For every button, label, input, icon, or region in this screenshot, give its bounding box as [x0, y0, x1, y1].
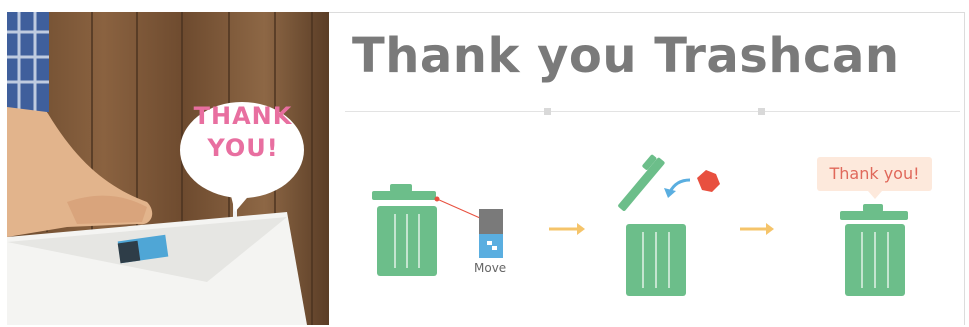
right-arrow-icon [549, 223, 585, 235]
usb-drive-icon [479, 209, 503, 258]
speech-bubble-tail [868, 191, 882, 199]
thank-you-bubble-text: Thank you! [829, 164, 920, 183]
trashcan-icon [840, 204, 908, 296]
connection-line [436, 198, 481, 219]
right-arrow-icon [740, 223, 774, 235]
curved-arrow-icon [668, 178, 691, 193]
speech-bubble-icon: Thank you! [817, 157, 932, 191]
move-step-label: Move [474, 261, 507, 275]
crumpled-paper-icon [697, 170, 720, 192]
trashcan-icon [372, 184, 437, 276]
trashcan-icon [618, 154, 686, 296]
curved-arrow-head [664, 188, 676, 198]
